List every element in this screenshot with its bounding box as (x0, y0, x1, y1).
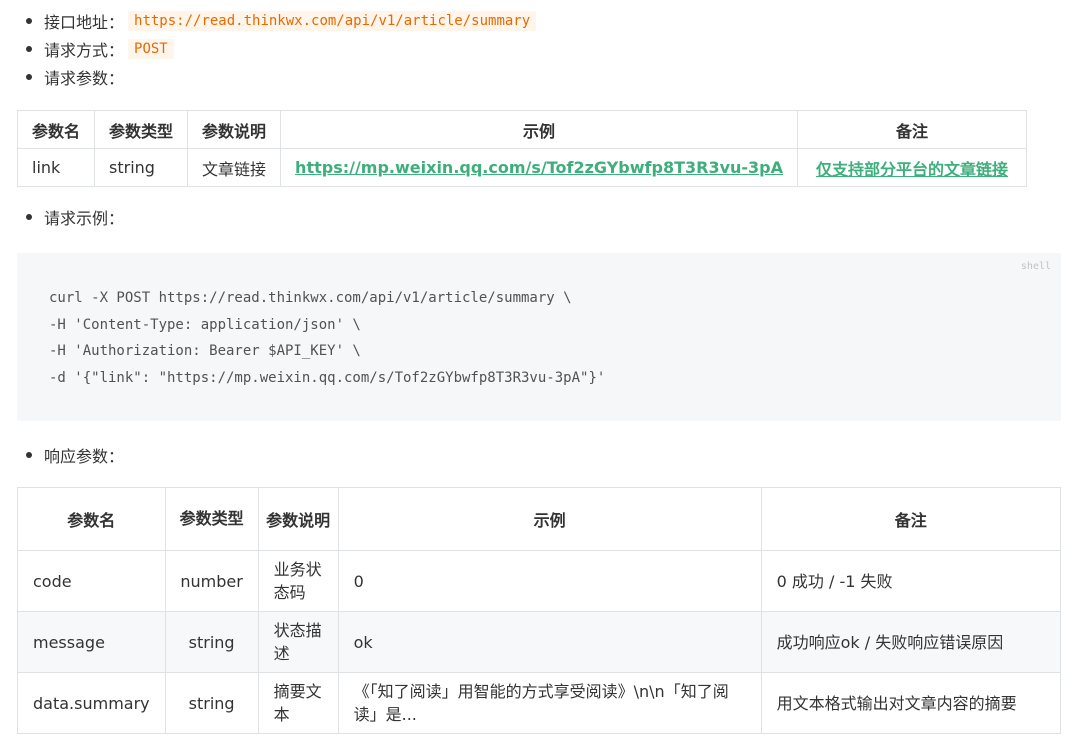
code-line: -H 'Authorization: Bearer $API_KEY' \ (49, 343, 361, 359)
response-params-table: 参数名 参数类型 参数说明 示例 备注 code number 业务状态码 0 … (17, 487, 1062, 734)
table-header-row: 参数名 参数类型 参数说明 示例 备注 (17, 487, 1062, 551)
api-url-label: 接口地址： (44, 13, 125, 32)
param-example-cell: ok (337, 611, 762, 673)
header-example: 示例 (280, 110, 798, 149)
param-note-cell: 成功响应ok / 失败响应错误原因 (760, 611, 1062, 673)
request-params-table: 参数名 参数类型 参数说明 示例 备注 link string 文章链接 htt… (16, 110, 1027, 187)
param-type-cell: number (164, 550, 259, 612)
param-note-cell: 仅支持部分平台的文章链接 (797, 148, 1027, 187)
header-param-desc: 参数说明 (257, 487, 339, 551)
response-params-label: 响应参数： (44, 447, 125, 466)
request-method-label: 请求方式： (44, 41, 125, 60)
response-params-item: 响应参数： (26, 441, 124, 469)
bullet-dot (26, 452, 32, 458)
table-row: message string 状态描述 ok 成功响应ok / 失败响应错误原因 (17, 611, 1062, 673)
request-example-item: 请求示例： (26, 203, 124, 231)
header-param-type: 参数类型 (94, 110, 189, 149)
code-block: shell curl -X POST https://read.thinkwx.… (17, 253, 1061, 421)
table-header-row: 参数名 参数类型 参数说明 示例 备注 (16, 110, 1027, 149)
request-example-label: 请求示例： (44, 209, 125, 228)
bullet-dot (26, 74, 32, 80)
param-name-cell: data.summary (17, 672, 166, 734)
param-note-cell: 用文本格式输出对文章内容的摘要 (760, 672, 1062, 734)
param-example-cell: 《「知了阅读」用智能的方式享受阅读》\n\n「知了阅读」是... (337, 672, 762, 734)
supported-platforms-link[interactable]: 仅支持部分平台的文章链接 (816, 160, 1008, 179)
header-param-name: 参数名 (16, 110, 96, 149)
code-lines: curl -X POST https://read.thinkwx.com/ap… (49, 285, 605, 391)
param-type-cell: string (94, 148, 189, 187)
table-row: data.summary string 摘要文本 《「知了阅读」用智能的方式享受… (17, 672, 1062, 734)
param-desc-cell: 摘要文本 (257, 672, 339, 734)
header-example: 示例 (337, 487, 762, 551)
param-example-cell: https://mp.weixin.qq.com/s/Tof2zGYbwfp8T… (280, 148, 798, 187)
header-param-type: 参数类型 (164, 487, 259, 551)
param-desc-cell: 状态描述 (257, 611, 339, 673)
code-line: -H 'Content-Type: application/json' \ (49, 316, 361, 333)
param-name-cell: link (16, 148, 96, 187)
bullet-dot (26, 46, 32, 52)
header-param-desc: 参数说明 (187, 110, 282, 149)
param-type-cell: string (164, 672, 259, 734)
api-url-item: 接口地址： https://read.thinkwx.com/api/v1/ar… (26, 7, 537, 35)
param-name-cell: code (17, 550, 166, 612)
example-link[interactable]: https://mp.weixin.qq.com/s/Tof2zGYbwfp8T… (295, 158, 783, 177)
table-row: code number 业务状态码 0 0 成功 / -1 失败 (17, 550, 1062, 612)
code-line: -d '{"link": "https://mp.weixin.qq.com/s… (49, 369, 606, 386)
code-line: curl -X POST https://read.thinkwx.com/ap… (49, 290, 572, 306)
api-url-value: https://read.thinkwx.com/api/v1/article/… (128, 11, 537, 31)
request-params-item: 请求参数： (26, 63, 124, 91)
param-name-cell: message (17, 611, 166, 673)
header-note: 备注 (760, 487, 1062, 551)
bullet-dot (26, 214, 32, 220)
param-type-cell: string (164, 611, 259, 673)
header-param-name: 参数名 (17, 487, 166, 551)
api-doc-page: 接口地址： https://read.thinkwx.com/api/v1/ar… (0, 0, 1080, 748)
request-params-label: 请求参数： (44, 69, 125, 88)
table-row: link string 文章链接 https://mp.weixin.qq.co… (16, 148, 1027, 187)
header-note: 备注 (797, 110, 1027, 149)
param-desc-cell: 业务状态码 (257, 550, 339, 612)
code-language-label: shell (1020, 261, 1051, 272)
request-method-value: POST (128, 39, 174, 59)
param-example-cell: 0 (337, 550, 762, 612)
param-note-cell: 0 成功 / -1 失败 (760, 550, 1062, 612)
bullet-dot (26, 18, 32, 24)
param-desc-cell: 文章链接 (187, 148, 282, 187)
request-method-item: 请求方式： POST (26, 35, 174, 63)
